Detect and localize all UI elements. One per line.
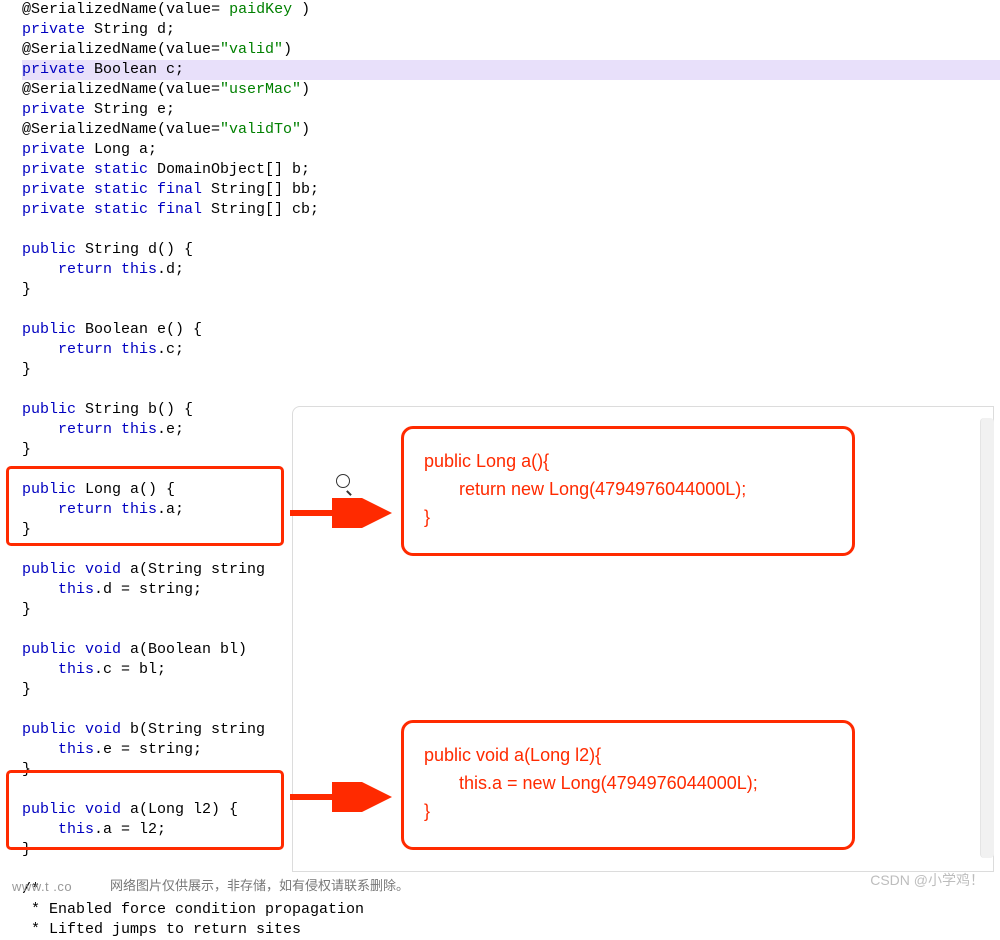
code-line: @SerializedName(value="validTo") [22, 120, 1000, 140]
code-line: return this.d; [22, 260, 1000, 280]
code-line: private Boolean c; [22, 60, 1000, 80]
highlight-box-2 [6, 770, 284, 850]
code-line: public String d() { [22, 240, 1000, 260]
code-line: return this.c; [22, 340, 1000, 360]
code-line: private static final String[] cb; [22, 200, 1000, 220]
code-line: @SerializedName(value= paidKey ) [22, 0, 1000, 20]
overlay-scrollbar[interactable] [980, 418, 994, 858]
code-line: @SerializedName(value="valid") [22, 40, 1000, 60]
code-line: } [22, 280, 1000, 300]
callout-box-2: public void a(Long l2){ this.a = new Lon… [401, 720, 855, 850]
code-line: private String e; [22, 100, 1000, 120]
code-line: private String d; [22, 20, 1000, 40]
magnify-icon [336, 474, 350, 488]
code-line [22, 300, 1000, 320]
code-line: * Lifted jumps to return sites [22, 920, 1000, 940]
callout-text-2: public void a(Long l2){ this.a = new Lon… [404, 723, 852, 825]
image-caption: 网络图片仅供展示，非存储，如有侵权请联系删除。 [110, 875, 409, 894]
arrow-icon-2 [290, 782, 400, 796]
callout-box-1: public Long a(){ return new Long(4794976… [401, 426, 855, 556]
code-line: } [22, 360, 1000, 380]
code-line [22, 380, 1000, 400]
highlight-box-1 [6, 466, 284, 546]
watermark-left: www.t .co [12, 879, 72, 894]
code-line: public Boolean e() { [22, 320, 1000, 340]
code-line: * Enabled force condition propagation [22, 900, 1000, 920]
code-line: private static DomainObject[] b; [22, 160, 1000, 180]
watermark-csdn: CSDN @小学鸡！ [870, 870, 984, 890]
code-line: private Long a; [22, 140, 1000, 160]
code-line [22, 220, 1000, 240]
code-line: @SerializedName(value="userMac") [22, 80, 1000, 100]
callout-text-1: public Long a(){ return new Long(4794976… [404, 429, 852, 531]
arrow-icon-1 [290, 498, 400, 512]
code-line: private static final String[] bb; [22, 180, 1000, 200]
